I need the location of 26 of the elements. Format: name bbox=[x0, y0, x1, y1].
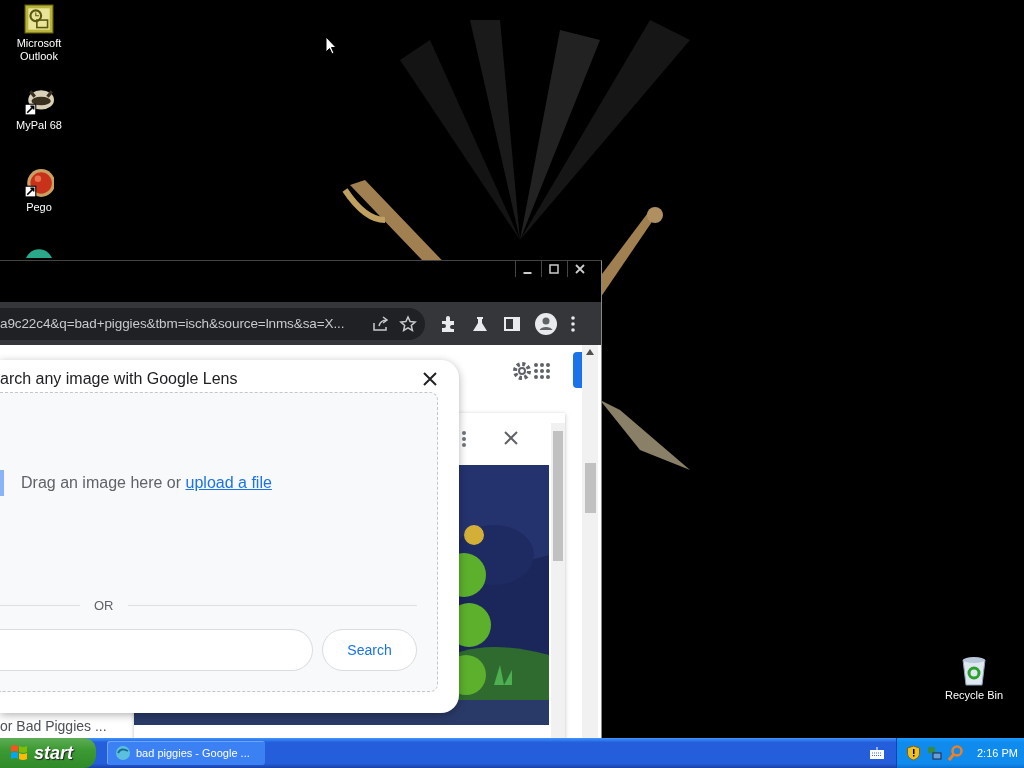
upload-link[interactable]: upload a file bbox=[185, 474, 272, 491]
result-caption: or Bad Piggies ... bbox=[0, 718, 107, 734]
start-button[interactable]: start bbox=[0, 738, 96, 768]
image-link-field[interactable] bbox=[0, 629, 313, 671]
address-bar[interactable]: a9c22c4&q=bad+piggies&tbm=isch&source=lnms&sa=X... bbox=[0, 307, 425, 340]
taskbar-button[interactable]: bad piggies - Google ... bbox=[107, 741, 265, 765]
image-icon bbox=[0, 470, 4, 496]
clock: 2:16 PM bbox=[977, 747, 1018, 759]
url-text: a9c22c4&q=bad+piggies&tbm=isch&source=lnms&sa=X... bbox=[0, 316, 346, 331]
keyboard-icon[interactable] bbox=[870, 747, 884, 759]
search-button[interactable]: Search bbox=[322, 629, 417, 671]
network-icon[interactable] bbox=[927, 745, 942, 761]
icon-label[interactable]: Recycle Bin bbox=[944, 689, 1004, 702]
icon-label[interactable]: Microsoft Outlook bbox=[0, 37, 78, 63]
dialog-title: arch any image with Google Lens bbox=[0, 370, 238, 388]
divider-label: OR bbox=[94, 597, 114, 613]
envelope-clock-icon[interactable] bbox=[24, 4, 54, 34]
recycle-bin-icon[interactable] bbox=[959, 656, 989, 686]
flag-icon bbox=[9, 743, 29, 763]
drop-area[interactable]: Drag an image here or upload a file OR Search bbox=[0, 392, 438, 692]
icon-label[interactable]: MyPal 68 bbox=[16, 119, 62, 132]
cursor-icon bbox=[325, 36, 337, 55]
drop-instructions: Drag an image here or upload a file bbox=[21, 474, 272, 492]
shield-icon[interactable] bbox=[906, 745, 921, 761]
icon-label[interactable]: Pego bbox=[26, 201, 52, 214]
scrollbar-thumb[interactable] bbox=[585, 463, 596, 513]
